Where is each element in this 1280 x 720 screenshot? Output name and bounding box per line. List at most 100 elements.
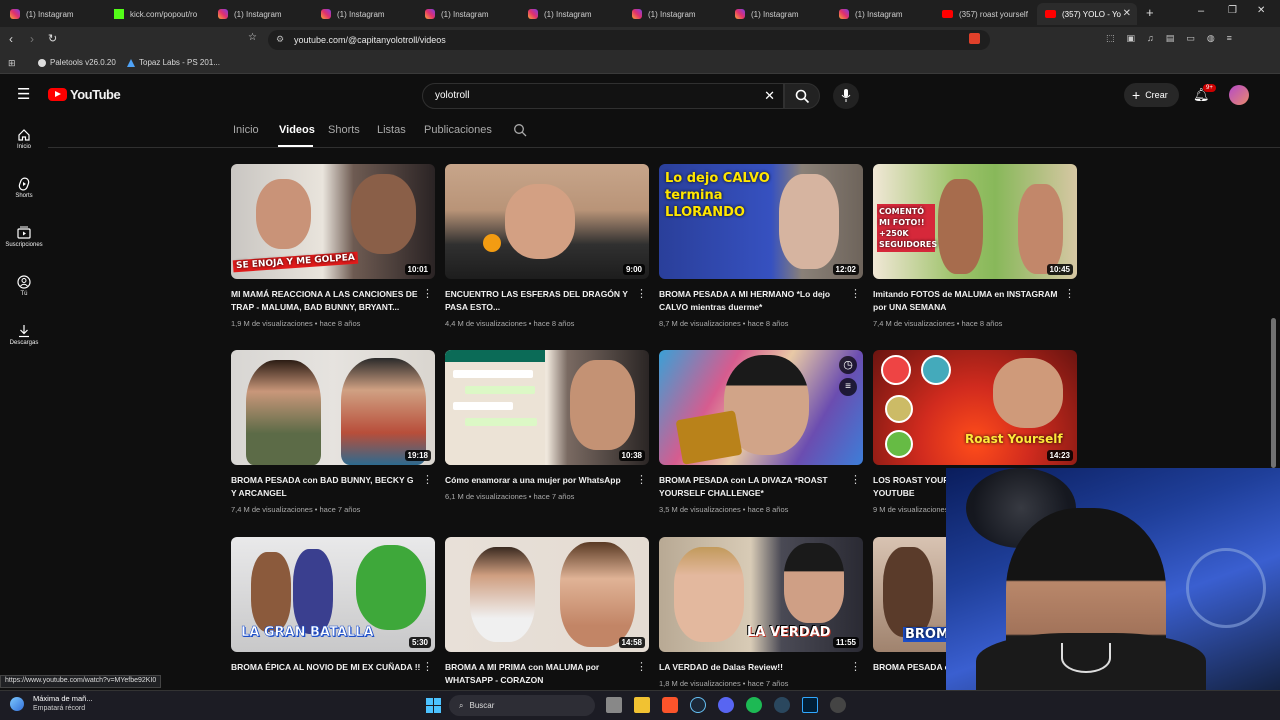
voice-search-button[interactable] — [833, 83, 859, 109]
more-options-icon[interactable]: ⋮ — [636, 662, 647, 673]
sidebar-item-you[interactable]: Tú — [0, 275, 48, 297]
screenshot-icon[interactable]: ▣ — [1127, 33, 1136, 44]
video-thumbnail[interactable]: Lo dejo CALVO termina LLORANDO 12:02 — [659, 164, 863, 279]
browser-tab[interactable]: (1) Instagram — [210, 3, 310, 25]
video-thumbnail[interactable]: COMENTÓ MI FOTO!! +250K SEGUIDORES 10:45 — [873, 164, 1077, 279]
reload-icon[interactable]: ↻ — [48, 32, 57, 45]
windows-start-icon[interactable] — [426, 698, 441, 713]
hamburger-menu-icon[interactable]: ☰ — [17, 85, 30, 103]
video-title[interactable]: BROMA PESADA con KENIA OS ft. Juan — [873, 661, 946, 674]
extensions-icon[interactable]: ⬚ — [1106, 33, 1115, 44]
url-field[interactable]: ⚙ youtube.com/@capitanyolotroll/videos — [268, 30, 990, 50]
browser-tab[interactable]: (357) roast yourself — [934, 3, 1030, 25]
sidebar-item-shorts[interactable]: Shorts — [0, 177, 48, 199]
taskbar-search[interactable]: ⌕ Buscar — [449, 695, 595, 716]
browser-tab[interactable]: (1) Instagram — [624, 3, 724, 25]
back-icon[interactable]: ‹ — [9, 32, 13, 46]
video-title[interactable]: BROMA PESADA A MI HERMANO *Lo dejo CALVO… — [659, 288, 849, 314]
video-thumbnail[interactable]: BROMA — [873, 537, 946, 652]
browser-tab[interactable]: (1) Instagram — [831, 3, 931, 25]
discord-icon[interactable] — [718, 697, 734, 713]
wallet-icon[interactable]: ▭ — [1186, 33, 1195, 44]
video-title[interactable]: BROMA ÉPICA AL NOVIO DE MI EX CUÑADA !! — [231, 661, 421, 674]
site-info-icon[interactable]: ⚙ — [276, 34, 284, 45]
video-title[interactable]: BROMA A MI PRIMA con MALUMA por WHATSAPP… — [445, 661, 635, 687]
sidebar-item-home[interactable]: Inicio — [0, 128, 48, 150]
spotify-icon[interactable] — [746, 697, 762, 713]
more-options-icon[interactable]: ⋮ — [422, 289, 433, 300]
video-thumbnail[interactable]: 10:38 — [445, 350, 649, 465]
avatar[interactable] — [1229, 85, 1249, 105]
video-title[interactable]: BROMA PESADA con BAD BUNNY, BECKY G Y AR… — [231, 474, 421, 500]
brave-browser-icon[interactable] — [662, 697, 678, 713]
media-icon[interactable]: ♫ — [1147, 33, 1154, 44]
browser-tab[interactable]: kick.com/popout/ro — [106, 3, 206, 25]
page-scrollbar[interactable] — [1271, 318, 1276, 468]
steam-client-icon[interactable] — [774, 697, 790, 713]
menu-icon[interactable]: ≡ — [1227, 33, 1232, 44]
browser-tab[interactable]: (1) Instagram — [417, 3, 517, 25]
search-input[interactable]: yolotroll ✕ — [422, 83, 784, 109]
sidebar-item-downloads[interactable]: Descargas — [0, 324, 48, 346]
video-thumbnail[interactable]: 19:18 — [231, 350, 435, 465]
minimize-icon[interactable]: – — [1198, 5, 1204, 17]
browser-tab[interactable]: (1) Instagram — [2, 3, 102, 25]
close-window-icon[interactable]: ✕ — [1257, 5, 1265, 16]
more-options-icon[interactable]: ⋮ — [1064, 289, 1075, 300]
steam-icon[interactable] — [690, 697, 706, 713]
photoshop-icon[interactable] — [802, 697, 818, 713]
tab-videos[interactable]: Videos — [279, 124, 315, 136]
close-tab-icon[interactable]: ✕ — [1123, 8, 1131, 19]
video-title[interactable]: LA VERDAD de Dalas Review!! — [659, 661, 849, 674]
more-options-icon[interactable]: ⋮ — [422, 475, 433, 486]
browser-tab-active[interactable]: (357) YOLO - Yo ✕ — [1037, 3, 1137, 25]
sidebar-item-subscriptions[interactable]: Suscripciones — [0, 226, 48, 248]
browser-tab[interactable]: (1) Instagram — [727, 3, 827, 25]
watch-later-icon[interactable]: ◷ — [839, 356, 857, 374]
video-thumbnail[interactable]: LA VERDAD 11:55 — [659, 537, 863, 652]
clear-search-icon[interactable]: ✕ — [764, 88, 775, 104]
sidebar-icon[interactable]: ▤ — [1166, 33, 1175, 44]
bookmark-item[interactable]: Topaz Labs - PS 201... — [127, 58, 220, 67]
video-title[interactable]: MI MAMÁ REACCIONA A LAS CANCIONES DE TRA… — [231, 288, 421, 314]
video-title[interactable]: Imitando FOTOS de MALUMA en INSTAGRAM po… — [873, 288, 1063, 314]
tab-posts[interactable]: Publicaciones — [424, 124, 492, 136]
maximize-icon[interactable]: ❐ — [1228, 5, 1237, 16]
video-card[interactable]: BROMA BROMA PESADA con KENIA OS ft. Juan — [873, 537, 946, 697]
video-thumbnail[interactable]: LA GRAN BATALLA 5:30 — [231, 537, 435, 652]
tab-home[interactable]: Inicio — [233, 124, 259, 136]
video-title[interactable]: Cómo enamorar a una mujer por WhatsApp — [445, 474, 635, 487]
app-icon[interactable] — [830, 697, 846, 713]
apps-icon[interactable]: ⊞ — [8, 58, 16, 69]
youtube-logo[interactable]: YouTube — [48, 87, 121, 102]
bookmark-item[interactable]: Paletools v26.0.20 — [38, 58, 116, 67]
new-tab-icon[interactable]: + — [1146, 5, 1154, 20]
more-options-icon[interactable]: ⋮ — [636, 475, 647, 486]
task-view-icon[interactable] — [606, 697, 622, 713]
more-options-icon[interactable]: ⋮ — [850, 475, 861, 486]
notifications-button[interactable]: 🔔︎ 9+ — [1193, 84, 1216, 103]
video-thumbnail[interactable]: 9:00 — [445, 164, 649, 279]
video-thumbnail[interactable]: 14:58 — [445, 537, 649, 652]
add-to-queue-icon[interactable]: ≡ — [839, 378, 857, 396]
brave-shield-icon[interactable] — [969, 33, 980, 44]
more-options-icon[interactable]: ⋮ — [422, 662, 433, 673]
bookmark-icon[interactable]: ☆ — [248, 32, 257, 43]
tab-shorts[interactable]: Shorts — [328, 124, 360, 136]
vpn-icon[interactable]: ◍ — [1207, 33, 1215, 44]
more-options-icon[interactable]: ⋮ — [636, 289, 647, 300]
browser-tab[interactable]: (1) Instagram — [313, 3, 413, 25]
video-title[interactable]: ENCUENTRO LAS ESFERAS DEL DRAGÓN Y PASA … — [445, 288, 635, 314]
tab-playlists[interactable]: Listas — [377, 124, 406, 136]
file-explorer-icon[interactable] — [634, 697, 650, 713]
video-thumbnail[interactable]: Roast Yourself 14:23 — [873, 350, 1077, 465]
more-options-icon[interactable]: ⋮ — [850, 289, 861, 300]
more-options-icon[interactable]: ⋮ — [850, 662, 861, 673]
video-thumbnail[interactable]: SE ENOJA Y ME GOLPEA 10:01 — [231, 164, 435, 279]
search-button[interactable] — [784, 83, 820, 109]
video-title[interactable]: BROMA PESADA con LA DIVAZA *ROAST YOURSE… — [659, 474, 849, 500]
video-thumbnail[interactable]: ◷ ≡ — [659, 350, 863, 465]
browser-tab[interactable]: (1) Instagram — [520, 3, 620, 25]
forward-icon[interactable]: › — [30, 32, 34, 46]
create-button[interactable]: + Crear — [1124, 83, 1179, 107]
